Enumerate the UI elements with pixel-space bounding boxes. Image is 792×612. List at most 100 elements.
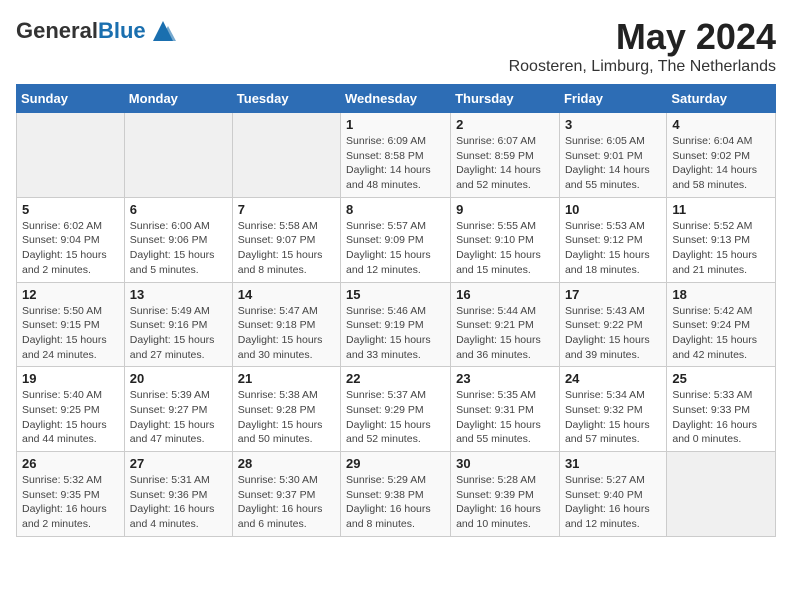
day-info: Sunrise: 5:40 AM Sunset: 9:25 PM Dayligh… (22, 388, 119, 447)
calendar-week-row: 19 Sunrise: 5:40 AM Sunset: 9:25 PM Dayli… (17, 367, 776, 452)
logo-blue-text: Blue (98, 18, 146, 43)
col-header-saturday: Saturday (667, 85, 776, 113)
day-number: 2 (456, 117, 554, 132)
day-info: Sunrise: 5:42 AM Sunset: 9:24 PM Dayligh… (672, 304, 770, 363)
calendar-cell: 16 Sunrise: 5:44 AM Sunset: 9:21 PM Dayli… (451, 282, 560, 367)
day-number: 28 (238, 456, 335, 471)
day-number: 19 (22, 371, 119, 386)
day-number: 11 (672, 202, 770, 217)
calendar-cell (17, 113, 125, 198)
calendar-cell (232, 113, 340, 198)
day-info: Sunrise: 6:02 AM Sunset: 9:04 PM Dayligh… (22, 219, 119, 278)
day-info: Sunrise: 5:34 AM Sunset: 9:32 PM Dayligh… (565, 388, 661, 447)
day-info: Sunrise: 5:52 AM Sunset: 9:13 PM Dayligh… (672, 219, 770, 278)
location-subtitle: Roosteren, Limburg, The Netherlands (509, 58, 776, 76)
day-number: 14 (238, 287, 335, 302)
day-info: Sunrise: 5:50 AM Sunset: 9:15 PM Dayligh… (22, 304, 119, 363)
calendar-week-row: 12 Sunrise: 5:50 AM Sunset: 9:15 PM Dayli… (17, 282, 776, 367)
logo: GeneralBlue (16, 16, 178, 46)
day-number: 30 (456, 456, 554, 471)
day-number: 13 (130, 287, 227, 302)
day-number: 29 (346, 456, 445, 471)
day-info: Sunrise: 5:27 AM Sunset: 9:40 PM Dayligh… (565, 473, 661, 532)
calendar-cell: 15 Sunrise: 5:46 AM Sunset: 9:19 PM Dayli… (341, 282, 451, 367)
calendar-cell: 11 Sunrise: 5:52 AM Sunset: 9:13 PM Dayli… (667, 197, 776, 282)
calendar-cell: 25 Sunrise: 5:33 AM Sunset: 9:33 PM Dayli… (667, 367, 776, 452)
calendar-cell: 13 Sunrise: 5:49 AM Sunset: 9:16 PM Dayli… (124, 282, 232, 367)
day-info: Sunrise: 5:57 AM Sunset: 9:09 PM Dayligh… (346, 219, 445, 278)
col-header-sunday: Sunday (17, 85, 125, 113)
calendar-cell: 23 Sunrise: 5:35 AM Sunset: 9:31 PM Dayli… (451, 367, 560, 452)
calendar-cell (124, 113, 232, 198)
calendar-header-row: SundayMondayTuesdayWednesdayThursdayFrid… (17, 85, 776, 113)
calendar-week-row: 1Sunrise: 6:09 AM Sunset: 8:58 PM Daylig… (17, 113, 776, 198)
calendar-cell: 10Sunrise: 5:53 AM Sunset: 9:12 PM Dayli… (559, 197, 666, 282)
calendar-cell: 19 Sunrise: 5:40 AM Sunset: 9:25 PM Dayli… (17, 367, 125, 452)
day-number: 1 (346, 117, 445, 132)
day-number: 15 (346, 287, 445, 302)
col-header-monday: Monday (124, 85, 232, 113)
calendar-cell: 17Sunrise: 5:43 AM Sunset: 9:22 PM Dayli… (559, 282, 666, 367)
day-number: 20 (130, 371, 227, 386)
day-number: 6 (130, 202, 227, 217)
day-number: 22 (346, 371, 445, 386)
logo-general-text: General (16, 18, 98, 43)
day-number: 16 (456, 287, 554, 302)
day-info: Sunrise: 6:00 AM Sunset: 9:06 PM Dayligh… (130, 219, 227, 278)
calendar-cell: 5 Sunrise: 6:02 AM Sunset: 9:04 PM Daylig… (17, 197, 125, 282)
day-info: Sunrise: 5:46 AM Sunset: 9:19 PM Dayligh… (346, 304, 445, 363)
page-header: GeneralBlue May 2024 Roosteren, Limburg,… (16, 16, 776, 76)
day-number: 8 (346, 202, 445, 217)
day-info: Sunrise: 6:05 AM Sunset: 9:01 PM Dayligh… (565, 134, 661, 193)
day-number: 5 (22, 202, 119, 217)
day-number: 3 (565, 117, 661, 132)
day-info: Sunrise: 6:04 AM Sunset: 9:02 PM Dayligh… (672, 134, 770, 193)
day-info: Sunrise: 5:32 AM Sunset: 9:35 PM Dayligh… (22, 473, 119, 532)
day-info: Sunrise: 5:37 AM Sunset: 9:29 PM Dayligh… (346, 388, 445, 447)
calendar-cell: 21Sunrise: 5:38 AM Sunset: 9:28 PM Dayli… (232, 367, 340, 452)
calendar-cell: 31 Sunrise: 5:27 AM Sunset: 9:40 PM Dayli… (559, 452, 666, 537)
day-number: 23 (456, 371, 554, 386)
calendar-cell: 7Sunrise: 5:58 AM Sunset: 9:07 PM Daylig… (232, 197, 340, 282)
calendar-cell: 27 Sunrise: 5:31 AM Sunset: 9:36 PM Dayli… (124, 452, 232, 537)
day-info: Sunrise: 5:55 AM Sunset: 9:10 PM Dayligh… (456, 219, 554, 278)
day-number: 4 (672, 117, 770, 132)
day-number: 31 (565, 456, 661, 471)
calendar-cell: 8 Sunrise: 5:57 AM Sunset: 9:09 PM Daylig… (341, 197, 451, 282)
day-info: Sunrise: 5:49 AM Sunset: 9:16 PM Dayligh… (130, 304, 227, 363)
title-block: May 2024 Roosteren, Limburg, The Netherl… (509, 16, 776, 76)
calendar-cell: 1Sunrise: 6:09 AM Sunset: 8:58 PM Daylig… (341, 113, 451, 198)
calendar-cell: 22 Sunrise: 5:37 AM Sunset: 9:29 PM Dayli… (341, 367, 451, 452)
day-number: 18 (672, 287, 770, 302)
calendar-cell: 3 Sunrise: 6:05 AM Sunset: 9:01 PM Daylig… (559, 113, 666, 198)
calendar-cell: 2Sunrise: 6:07 AM Sunset: 8:59 PM Daylig… (451, 113, 560, 198)
day-info: Sunrise: 5:47 AM Sunset: 9:18 PM Dayligh… (238, 304, 335, 363)
day-number: 25 (672, 371, 770, 386)
calendar-cell: 20 Sunrise: 5:39 AM Sunset: 9:27 PM Dayli… (124, 367, 232, 452)
day-info: Sunrise: 5:31 AM Sunset: 9:36 PM Dayligh… (130, 473, 227, 532)
col-header-thursday: Thursday (451, 85, 560, 113)
logo-icon (148, 16, 178, 46)
day-info: Sunrise: 5:39 AM Sunset: 9:27 PM Dayligh… (130, 388, 227, 447)
day-info: Sunrise: 5:44 AM Sunset: 9:21 PM Dayligh… (456, 304, 554, 363)
day-number: 27 (130, 456, 227, 471)
day-info: Sunrise: 5:30 AM Sunset: 9:37 PM Dayligh… (238, 473, 335, 532)
calendar-cell: 4 Sunrise: 6:04 AM Sunset: 9:02 PM Daylig… (667, 113, 776, 198)
day-info: Sunrise: 5:35 AM Sunset: 9:31 PM Dayligh… (456, 388, 554, 447)
month-year-title: May 2024 (509, 16, 776, 58)
day-info: Sunrise: 5:38 AM Sunset: 9:28 PM Dayligh… (238, 388, 335, 447)
calendar-cell (667, 452, 776, 537)
calendar-cell: 30Sunrise: 5:28 AM Sunset: 9:39 PM Dayli… (451, 452, 560, 537)
day-number: 9 (456, 202, 554, 217)
day-info: Sunrise: 5:33 AM Sunset: 9:33 PM Dayligh… (672, 388, 770, 447)
calendar-cell: 29 Sunrise: 5:29 AM Sunset: 9:38 PM Dayli… (341, 452, 451, 537)
calendar-cell: 28 Sunrise: 5:30 AM Sunset: 9:37 PM Dayli… (232, 452, 340, 537)
day-info: Sunrise: 5:29 AM Sunset: 9:38 PM Dayligh… (346, 473, 445, 532)
col-header-friday: Friday (559, 85, 666, 113)
calendar-cell: 18 Sunrise: 5:42 AM Sunset: 9:24 PM Dayli… (667, 282, 776, 367)
day-number: 12 (22, 287, 119, 302)
col-header-wednesday: Wednesday (341, 85, 451, 113)
day-number: 26 (22, 456, 119, 471)
day-number: 24 (565, 371, 661, 386)
day-number: 17 (565, 287, 661, 302)
